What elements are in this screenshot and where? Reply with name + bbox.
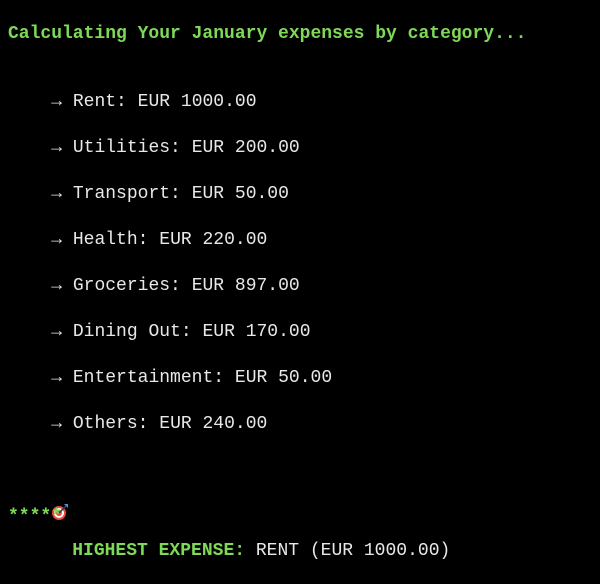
highest-expense-value: RENT (EUR 1000.00): [255, 541, 451, 561]
category-label: Transport:: [72, 184, 181, 204]
category-line: → Health: EUR 220.00: [8, 207, 267, 250]
arrow-icon: →: [51, 230, 63, 250]
currency-label: EUR: [159, 414, 192, 434]
category-line: → Utilities: EUR 200.00: [8, 115, 300, 158]
category-line: → Dining Out: EUR 170.00: [8, 299, 310, 342]
currency-label: EUR: [234, 368, 268, 388]
category-amount: 1000.00: [180, 92, 257, 112]
category-line: → Groceries: EUR 897.00: [8, 253, 300, 296]
highest-expense-label: HIGHEST EXPENSE:: [72, 541, 246, 561]
arrow-icon: →: [51, 138, 63, 158]
target-icon: [51, 459, 69, 520]
highest-expense-line: HIGHEST EXPENSE: RENT (EUR 1000.00): [8, 437, 450, 561]
category-amount: 50.00: [278, 368, 333, 388]
category-label: Others:: [72, 414, 149, 434]
category-label: Entertainment:: [72, 368, 225, 388]
category-line: → Rent: EUR 1000.00: [8, 69, 256, 112]
footer-stars: *****: [8, 507, 63, 527]
category-label: Rent:: [72, 92, 127, 112]
arrow-icon: →: [51, 92, 63, 112]
category-amount: 240.00: [202, 414, 268, 434]
category-amount: 897.00: [234, 276, 300, 296]
category-amount: 220.00: [202, 230, 268, 250]
currency-label: EUR: [159, 230, 192, 250]
category-amount: 170.00: [245, 322, 311, 342]
heading-line: Calculating Your January expenses by cat…: [8, 24, 527, 44]
terminal-output: Calculating Your January expenses by cat…: [8, 0, 596, 561]
arrow-icon: →: [51, 184, 63, 204]
category-label: Utilities:: [72, 138, 181, 158]
arrow-icon: →: [51, 276, 63, 296]
category-amount: 200.00: [234, 138, 300, 158]
arrow-icon: →: [51, 368, 63, 388]
currency-label: EUR: [191, 184, 225, 204]
category-line: → Transport: EUR 50.00: [8, 161, 289, 204]
category-label: Dining Out:: [72, 322, 192, 342]
category-amount: 50.00: [234, 184, 289, 204]
category-line: → Others: EUR 240.00: [8, 391, 267, 434]
currency-label: EUR: [191, 276, 225, 296]
arrow-icon: →: [51, 414, 63, 434]
currency-label: EUR: [191, 138, 225, 158]
currency-label: EUR: [137, 92, 171, 112]
category-line: → Entertainment: EUR 50.00: [8, 345, 332, 388]
currency-label: EUR: [202, 322, 235, 342]
category-label: Groceries:: [72, 276, 181, 296]
category-label: Health:: [72, 230, 149, 250]
arrow-icon: →: [51, 322, 63, 342]
